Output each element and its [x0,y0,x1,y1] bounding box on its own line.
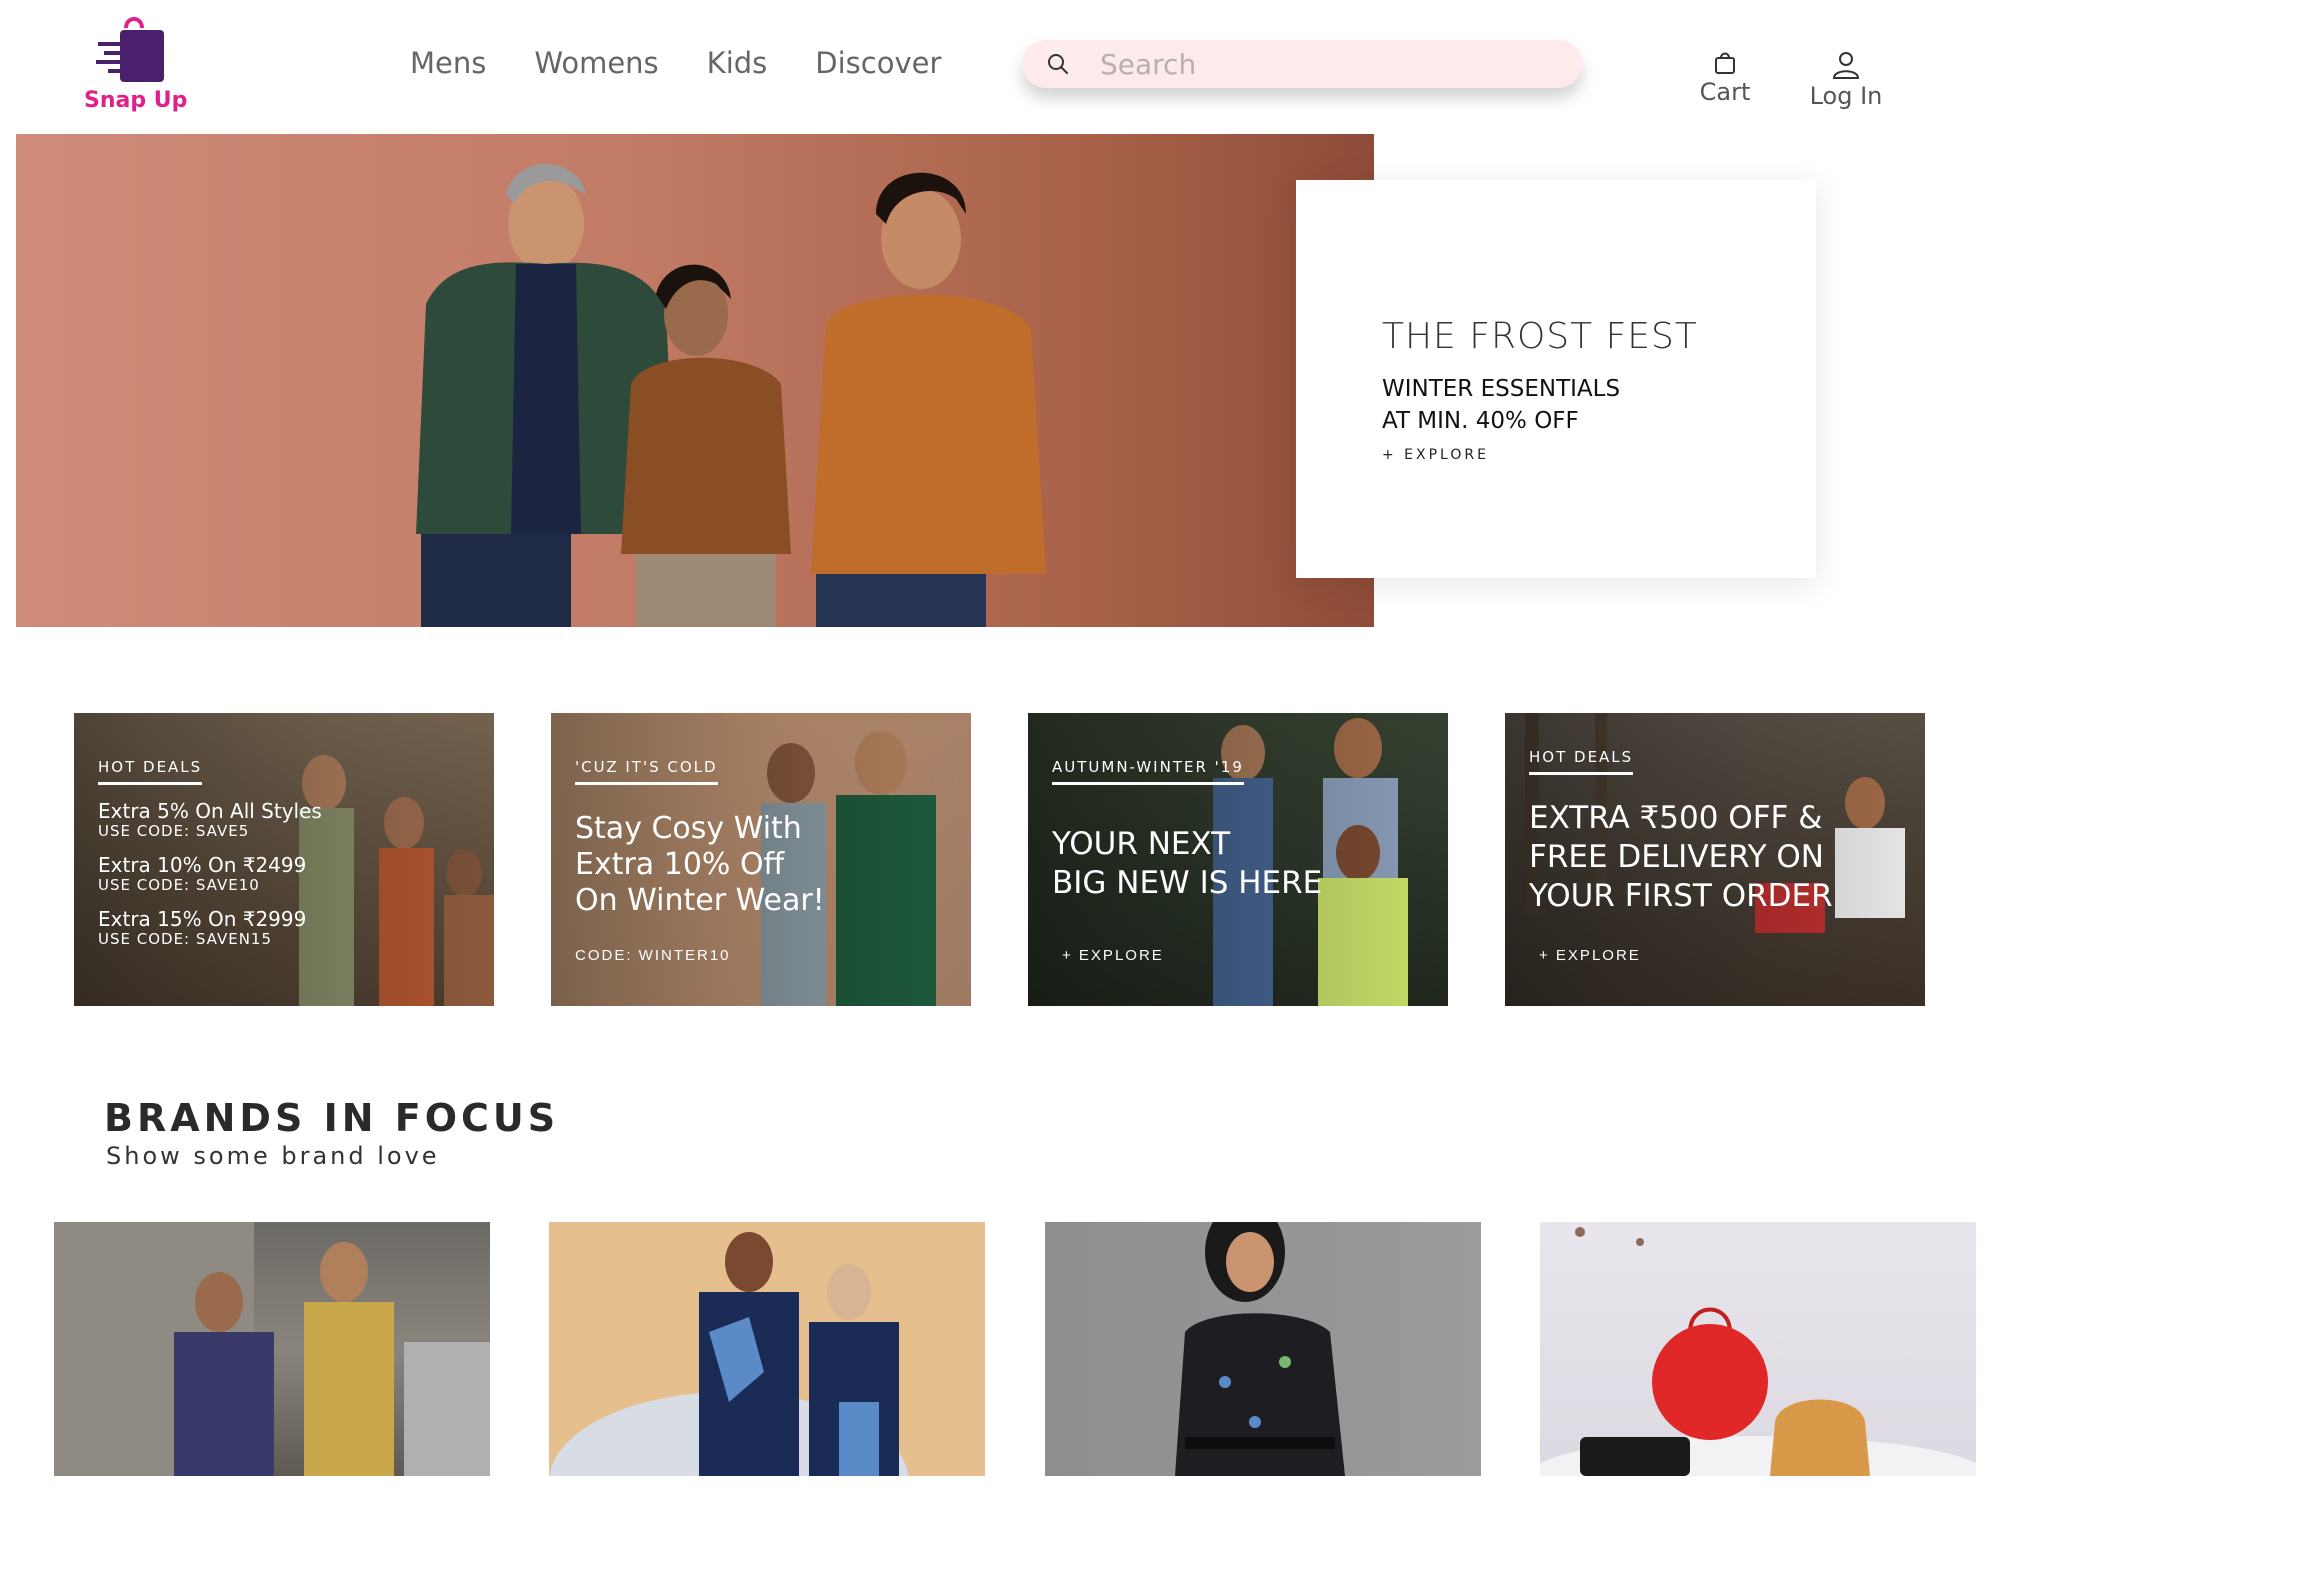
nav-kids[interactable]: Kids [707,46,768,80]
login-label: Log In [1809,82,1883,110]
promo-headline-line2: FREE DELIVERY ON [1529,839,1824,875]
promo-headline-line1: EXTRA ₹500 OFF & [1529,800,1823,836]
deal-code: USE CODE: SAVE5 [98,822,250,840]
login-button[interactable]: Log In [1796,50,1896,110]
promo-tile-hot-deals[interactable]: HOT DEALS Extra 5% On All Styles USE COD… [74,713,494,1006]
search-input[interactable] [1100,47,1540,81]
promo-headline-line1: YOUR NEXT [1052,826,1231,862]
promo-headline-line2: Extra 10% Off [575,847,785,882]
brand-card[interactable] [549,1222,985,1476]
hero-subtitle: WINTER ESSENTIALS AT MIN. 40% OFF [1382,373,1816,437]
brand-card[interactable] [54,1222,490,1476]
brand-card[interactable] [1045,1222,1481,1476]
logo-text: Snap Up [84,88,188,113]
cart-label: Cart [1699,78,1751,106]
nav-discover[interactable]: Discover [815,46,941,80]
main-nav: Mens Womens Kids Discover [410,46,941,80]
hero-promo-card[interactable]: THE FROST FEST WINTER ESSENTIALS AT MIN.… [1296,180,1816,578]
logo[interactable]: Snap Up [84,14,188,122]
brands-section-title: BRANDS IN FOCUS [104,1096,560,1140]
promo-tile-first-order[interactable]: HOT DEALS EXTRA ₹500 OFF & FREE DELIVERY… [1505,713,1925,1006]
promo-content: AUTUMN-WINTER '19 YOUR NEXT BIG NEW IS H… [1052,757,1438,903]
deal-offer: Extra 5% On All Styles [98,799,322,823]
hero-explore-link[interactable]: + EXPLORE [1382,447,1816,463]
promo-tag: AUTUMN-WINTER '19 [1052,758,1244,785]
hero-title: THE FROST FEST [1382,316,1698,357]
deal-code: USE CODE: SAVEN15 [98,930,273,948]
promo-tag: HOT DEALS [1529,748,1634,775]
nav-womens[interactable]: Womens [534,46,658,80]
promo-content: HOT DEALS Extra 5% On All Styles USE COD… [98,757,484,947]
brand-image [1540,1227,1976,1476]
cart-button[interactable]: Cart [1690,50,1760,106]
promo-headline-line2: BIG NEW IS HERE [1052,865,1323,901]
brand-image [54,1222,490,1476]
promo-headline-line3: YOUR FIRST ORDER [1529,878,1833,914]
cart-bag-icon [1715,52,1735,74]
promo-code: CODE: WINTER10 [575,947,731,964]
promo-tag: 'CUZ IT'S COLD [575,758,718,785]
hero-models-image [416,164,1046,627]
brand-card[interactable] [1540,1222,1976,1476]
brand-image [1175,1222,1345,1476]
deal-offer: Extra 10% On ₹2499 [98,853,307,877]
promo-tile-autumn-winter[interactable]: AUTUMN-WINTER '19 YOUR NEXT BIG NEW IS H… [1028,713,1448,1006]
brand-image [549,1232,909,1476]
deal-code: USE CODE: SAVE10 [98,876,260,894]
promo-explore-link[interactable]: + EXPLORE [1539,947,1641,964]
brands-section-subtitle: Show some brand love [106,1142,440,1170]
user-icon [1832,52,1860,79]
hero-subtitle-line2: AT MIN. 40% OFF [1382,408,1579,434]
shopping-bag-logo-icon [96,17,164,82]
hero-subtitle-line1: WINTER ESSENTIALS [1382,376,1621,402]
promo-explore-link[interactable]: + EXPLORE [1062,947,1164,964]
promo-headline-line1: Stay Cosy With [575,811,802,846]
hero-banner[interactable] [16,134,1374,627]
deal-offer: Extra 15% On ₹2999 [98,907,307,931]
search-icon [1048,54,1068,74]
promo-content: HOT DEALS EXTRA ₹500 OFF & FREE DELIVERY… [1529,747,1915,916]
promo-content: 'CUZ IT'S COLD Stay Cosy With Extra 10% … [575,757,961,919]
nav-mens[interactable]: Mens [410,46,486,80]
promo-headline-line3: On Winter Wear! [575,883,825,918]
promo-tag: HOT DEALS [98,758,203,785]
search-bar[interactable] [1022,40,1582,88]
promo-tile-winter-wear[interactable]: 'CUZ IT'S COLD Stay Cosy With Extra 10% … [551,713,971,1006]
